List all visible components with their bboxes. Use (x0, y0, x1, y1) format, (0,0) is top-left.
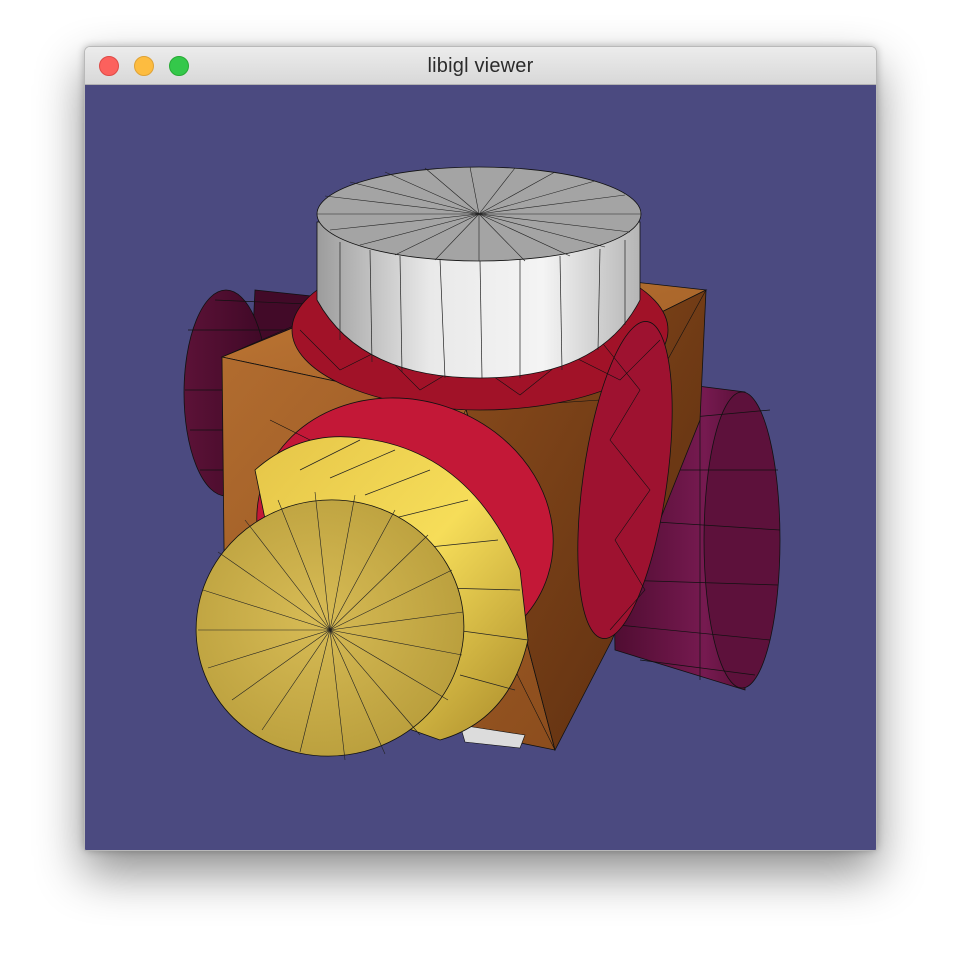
top-cylinder (316, 166, 642, 379)
render-viewport[interactable] (85, 85, 877, 851)
title-bar[interactable]: libigl viewer (85, 47, 876, 85)
mesh-render[interactable] (85, 85, 877, 851)
window-title: libigl viewer (427, 55, 534, 77)
viewer-window: libigl viewer (84, 46, 877, 851)
